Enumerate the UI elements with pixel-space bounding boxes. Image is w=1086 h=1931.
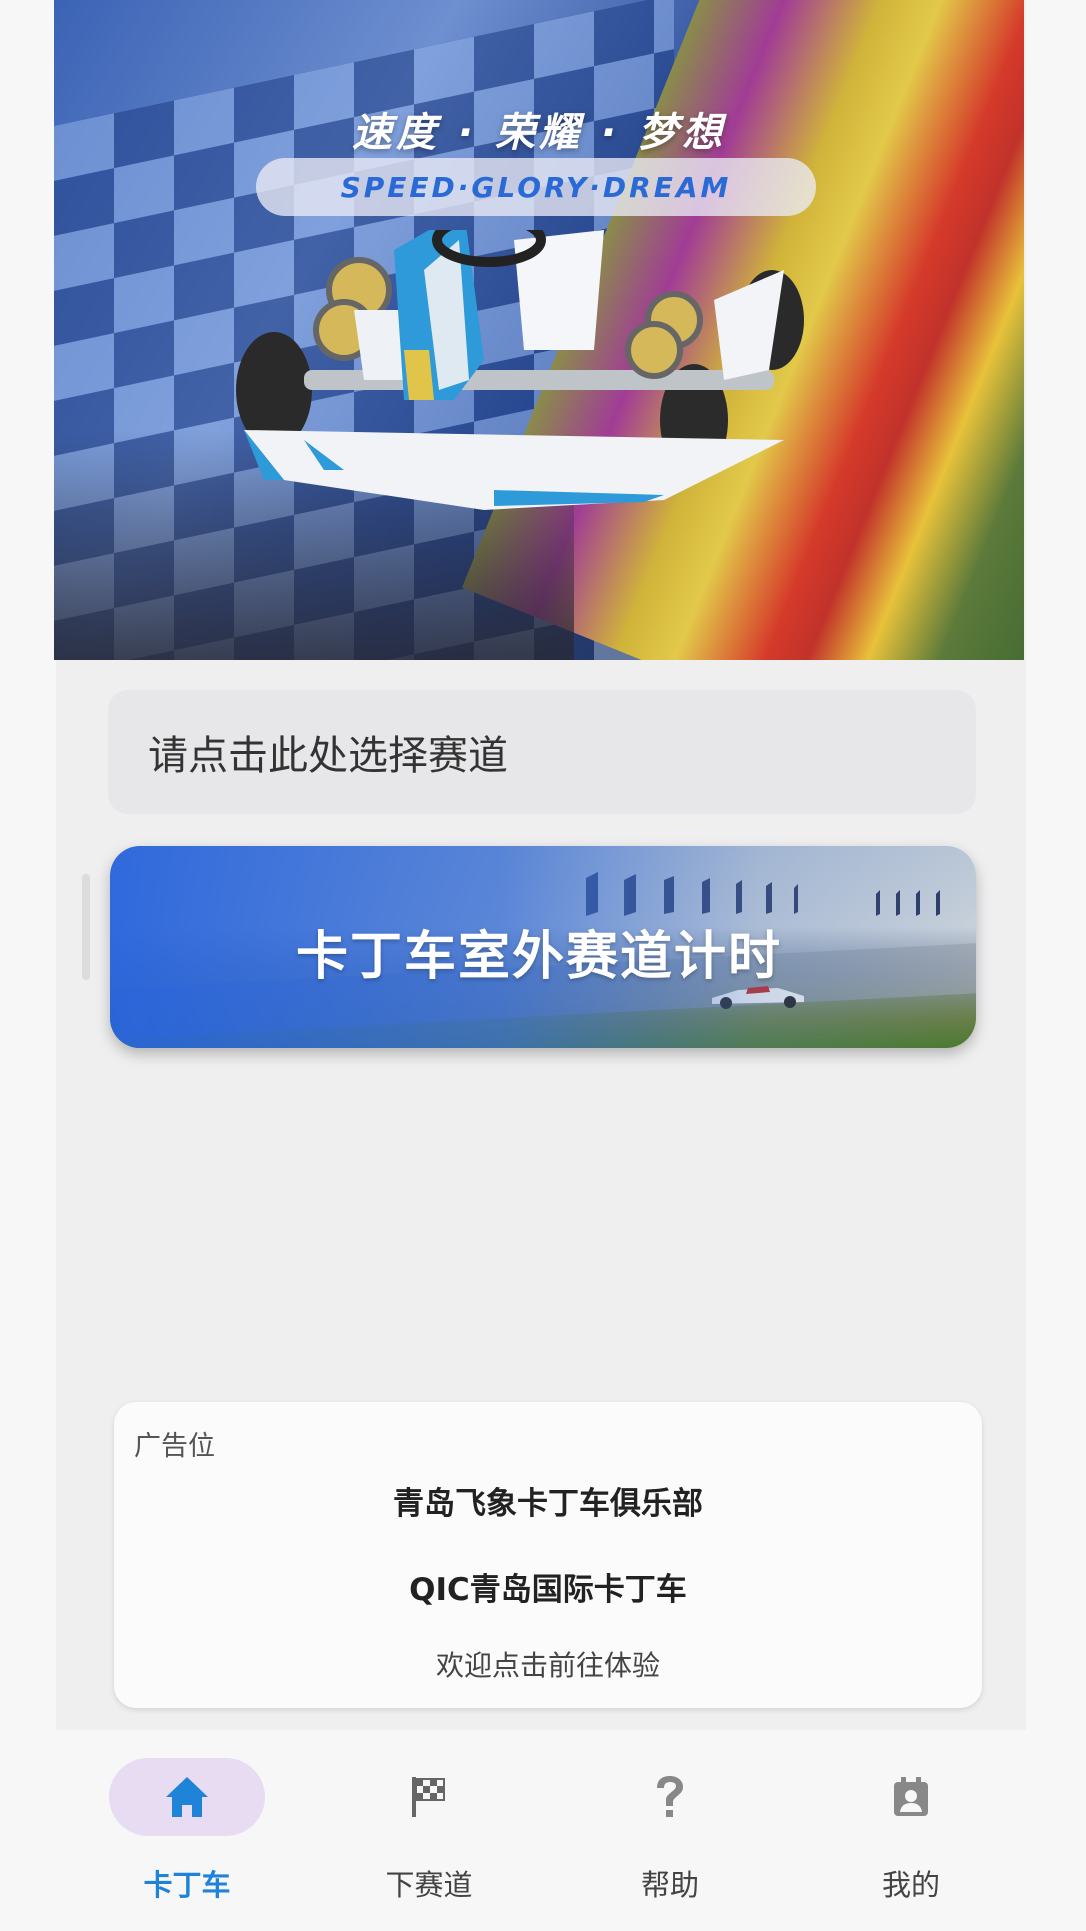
ad-card[interactable]: 广告位 青岛飞象卡丁车俱乐部 QIC青岛国际卡丁车 欢迎点击前往体验: [114, 1402, 982, 1708]
nav-label-profile: 我的: [881, 1868, 940, 1902]
nav-label-kart: 卡丁车: [143, 1868, 231, 1902]
nav-label-track: 下赛道: [385, 1868, 473, 1902]
hero-banner: 速度 · 荣耀 · 梦想 SPEED·GLORY·DREAM: [54, 0, 1024, 660]
outdoor-timing-card[interactable]: 卡丁车室外赛道计时: [110, 846, 976, 1048]
hero-title: 速度 · 荣耀 · 梦想: [351, 110, 727, 156]
nav-item-help[interactable]: 帮助: [590, 1758, 750, 1918]
scroll-handle[interactable]: [82, 874, 90, 980]
bottom-nav: 卡丁车 下赛道 帮助 我的: [0, 1730, 1086, 1931]
nav-icon-container: [833, 1758, 989, 1836]
nav-icon-container: [592, 1758, 748, 1836]
checkered-flag-icon: [412, 1777, 445, 1817]
nav-icon-container: [351, 1758, 507, 1836]
nav-item-track[interactable]: 下赛道: [349, 1758, 509, 1918]
hero-subtitle-pill: SPEED·GLORY·DREAM: [256, 158, 816, 216]
track-select-field[interactable]: 请点击此处选择赛道: [108, 690, 976, 814]
ad-tag: 广告位: [134, 1431, 215, 1462]
ad-line-club: 青岛飞象卡丁车俱乐部: [393, 1486, 703, 1522]
question-icon: [657, 1776, 683, 1817]
profile-calendar-icon: [894, 1777, 928, 1816]
ad-line-qic: QIC青岛国际卡丁车: [409, 1572, 687, 1608]
nav-label-help: 帮助: [640, 1868, 699, 1902]
track-select-placeholder: 请点击此处选择赛道: [148, 733, 508, 779]
hero-subtitle: SPEED·GLORY·DREAM: [340, 170, 732, 204]
home-icon: [166, 1777, 208, 1817]
ad-line-invite: 欢迎点击前往体验: [435, 1649, 660, 1682]
nav-item-profile[interactable]: 我的: [831, 1758, 991, 1918]
nav-active-pill: [109, 1758, 265, 1836]
timing-card-label: 卡丁车室外赛道计时: [296, 927, 783, 987]
go-kart-image: [236, 230, 804, 510]
nav-item-kart[interactable]: 卡丁车: [107, 1758, 267, 1918]
app-screen: 速度 · 荣耀 · 梦想 SPEED·GLORY·DREAM 请点击此处选择赛道…: [0, 0, 1086, 1931]
